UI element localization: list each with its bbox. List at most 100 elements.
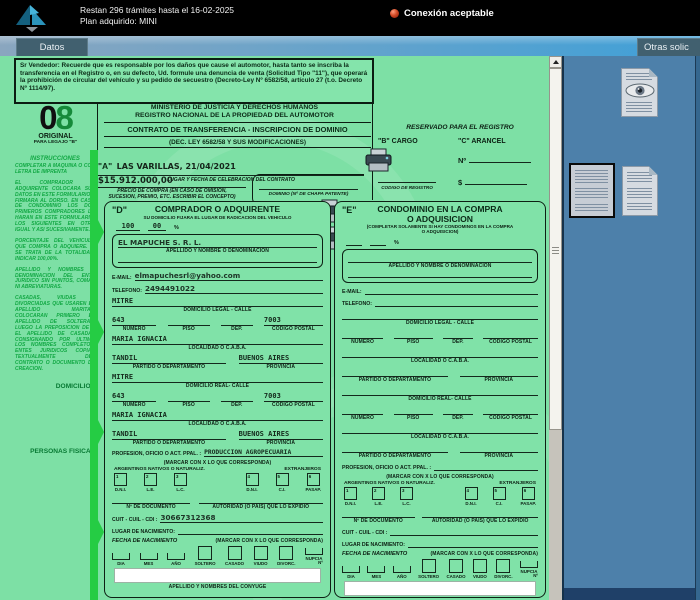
condo-phone-line: [375, 298, 538, 307]
registro-code-line: [378, 182, 436, 183]
checkbox-divorciado: [279, 546, 293, 560]
checkbox-casado: [449, 559, 463, 573]
buyer-real-province: BUENOS AIRES: [239, 430, 323, 440]
section-b-label: "B" CARGO: [378, 138, 418, 145]
documents-panel: [562, 56, 700, 600]
arancel-number-line: Nº: [458, 156, 531, 165]
checkbox-soltero: [198, 546, 212, 560]
buyer-real-number: 643: [112, 392, 156, 402]
section-e-condominio: "E" CONDOMINIO EN LA COMPRA O ADQUISICIO…: [334, 201, 546, 598]
buyer-legal-zip: 7003: [264, 316, 323, 326]
plan-text: Plan adquirido: MINI: [80, 16, 234, 27]
checkbox-soltero: [422, 559, 436, 573]
checkbox-pasap: 6: [307, 473, 320, 486]
buyer-cuit: 30667312368: [160, 513, 323, 523]
buyer-legal-locality: MARIA IGNACIA: [112, 335, 323, 345]
ministry-header: MINISTERIO DE JUSTICIA Y DERECHOS HUMANO…: [98, 104, 371, 120]
checkbox-divorciado: [496, 559, 510, 573]
condo-name-box: APELLIDO Y NOMBRE O DENOMINACION: [342, 249, 538, 283]
document-thumbnail[interactable]: [622, 166, 658, 216]
buyer-name-box: EL MAPUCHE S. R. L. APELLIDO Y NOMBRE O …: [112, 234, 323, 268]
document-eye-thumbnail[interactable]: [621, 68, 658, 117]
checkbox-le: 2: [144, 473, 157, 486]
checkbox-dni: 1: [344, 487, 357, 500]
document-selected-thumbnail[interactable]: [569, 163, 615, 218]
panel-bottom-strip: [564, 588, 700, 600]
condo-email-line: [365, 286, 538, 295]
up-arrow-icon: [553, 60, 559, 64]
condo-name-line: [348, 253, 532, 263]
buyer-email: elmapuchesrl@yahoo.com: [135, 271, 323, 281]
scrollbar-grip-icon: [552, 247, 559, 256]
instructions-column: INSTRUCCIONES COMPLETAR A MAQUINA O CON …: [15, 156, 95, 378]
buyer-name: EL MAPUCHE S. R. L.: [118, 238, 317, 248]
checkbox-lc: 3: [400, 487, 413, 500]
purchase-price: $15.912.000,00 PRECIO DE COMPRA (EN CASO…: [98, 176, 246, 200]
buyer-legal-street: MITRE: [112, 297, 323, 307]
folded-corner-icon: [649, 68, 658, 77]
vertical-scrollbar[interactable]: [549, 56, 562, 600]
tab-otras-solicitudes[interactable]: Otras solic: [637, 38, 700, 56]
tab-bar: Datos Otras solic: [0, 36, 700, 56]
copy-type-label: ORIGINAL: [14, 133, 97, 140]
app-logo-icon: [14, 3, 60, 33]
checkbox-ci: 5: [276, 473, 289, 486]
buyer-legal-number: 643: [112, 316, 156, 326]
buyer-spouse-input[interactable]: [114, 568, 321, 583]
buyer-real-locality: MARIA IGNACIA: [112, 411, 323, 421]
checkbox-pasap: 6: [522, 487, 535, 500]
section-d-buyer: "D" COMPRADOR O ADQUIRENTE SU DOMICILIO …: [104, 201, 331, 598]
checkbox-le: 2: [372, 487, 385, 500]
condo-doc-type-checkboxes: 1D.N.I. 2L.E. 3L.C. 4D.N.I. 5C.I. 6PASAP…: [344, 487, 536, 506]
section-c-label: "C" ARANCEL: [458, 138, 506, 145]
connection-status-text: Conexión aceptable: [404, 8, 494, 19]
checkbox-ci: 5: [493, 487, 506, 500]
buyer-profession: PRODUCCION AGROPECUARIA: [204, 449, 323, 457]
condo-birthdate-civilstatus: DIA MES AÑO SOLTERO CASADO VIUDO DIVORC.…: [342, 559, 538, 579]
folded-corner-icon: [649, 166, 658, 175]
domicilios-heading: DOMICILIOS: [13, 383, 95, 390]
scrollbar-up-button[interactable]: [549, 56, 562, 68]
dominio-value-line: [259, 181, 358, 190]
buyer-real-zip: 7003: [264, 392, 323, 402]
buyer-real-street: MITRE: [112, 373, 323, 383]
condo-birthplace-line: [408, 539, 538, 548]
price-value: $15.912.000,00: [98, 176, 246, 188]
section-d-label: "D": [112, 205, 127, 215]
buyer-birthdate-civilstatus: DIA MES AÑO SOLTERO CASADO VIUDO DIVORC.…: [112, 546, 323, 566]
scrollbar-thumb[interactable]: [549, 68, 562, 430]
checkbox-lc: 3: [174, 473, 187, 486]
contract-subtitle: (DEC. LEY 6582/58 Y SUS MODIFICACIONES): [104, 137, 371, 148]
copy-for-label: PARA LEGAJO "B": [14, 140, 97, 145]
titlebar: Restan 296 trámites hasta el 16-02-2025 …: [0, 0, 700, 36]
buyer-birthplace-line: [178, 526, 323, 535]
form-number-block: 08 ORIGINAL PARA LEGAJO "B": [14, 102, 98, 156]
window-edge: [695, 56, 700, 600]
buyer-legal-province: BUENOS AIRES: [239, 354, 323, 364]
form-number: 0: [39, 99, 55, 136]
contract-title-block: CONTRATO DE TRANSFERENCIA - INSCRIPCION …: [104, 122, 371, 148]
tab-datos[interactable]: Datos: [16, 38, 88, 56]
condo-spouse-input[interactable]: [344, 581, 536, 596]
buyer-phone: 2494491022: [145, 284, 323, 294]
contract-title: CONTRATO DE TRANSFERENCIA - INSCRIPCION …: [104, 123, 371, 137]
form-viewport: Sr Vendedor: Recuerde que es responsable…: [0, 56, 549, 600]
buyer-legal-district: TANDIL: [112, 354, 226, 364]
registro-title: RESERVADO PARA EL REGISTRO: [380, 124, 540, 131]
checkbox-viudo: [254, 546, 268, 560]
seller-notice: Sr Vendedor: Recuerde que es responsable…: [14, 58, 374, 104]
place-date-value: LAS VARILLAS, 21/04/2021: [117, 162, 236, 171]
checkbox-casado: [228, 546, 242, 560]
registro-code-caption: CODIGO DE REGISTRO: [374, 185, 440, 190]
print-icon[interactable]: [365, 148, 392, 174]
buyer-title: COMPRADOR O ADQUIRENTE: [112, 205, 323, 215]
remaining-tramites-text: Restan 296 trámites hasta el 16-02-2025: [80, 5, 234, 16]
arancel-amount-line: $: [458, 178, 527, 187]
checkbox-viudo: [473, 559, 487, 573]
checkbox-dni-ext: 4: [246, 473, 259, 486]
instructions-title: INSTRUCCIONES: [15, 156, 95, 162]
app-window: Restan 296 trámites hasta el 16-02-2025 …: [0, 0, 700, 600]
condo-cuit-line: [390, 527, 538, 536]
eye-image: [625, 83, 655, 98]
divider-ribbon: [87, 150, 104, 600]
